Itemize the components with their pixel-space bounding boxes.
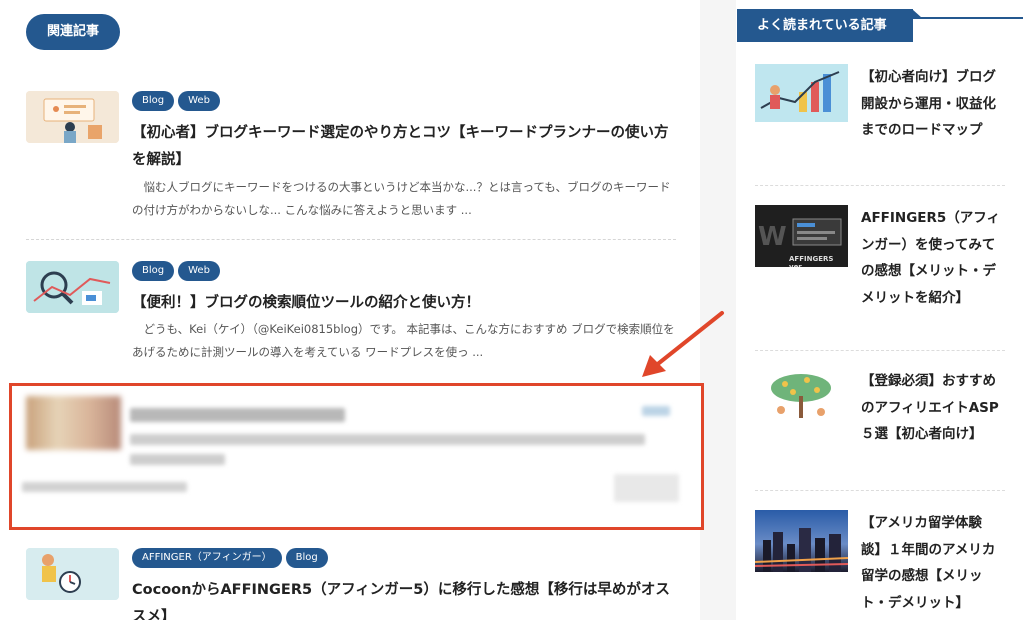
highlighted-ad-block: [9, 383, 704, 530]
article-thumbnail[interactable]: [26, 261, 119, 313]
tag-list: Blog Web: [132, 261, 220, 281]
svg-text:W: W: [758, 222, 787, 252]
divider: [755, 490, 1005, 491]
divider: [26, 239, 676, 240]
related-articles-section: 関連記事 Blog Web 【初心者】ブログキーワード選定のやり方とコツ【キーワ…: [0, 0, 704, 620]
article-card[interactable]: Blog Web 【初心者】ブログキーワード選定のやり方とコツ【キーワードプラン…: [26, 91, 676, 226]
blurred-title: [130, 408, 345, 422]
popular-article-item[interactable]: W AFFINGERS ver AFFINGER5（アフィンガー）を使ってみての…: [755, 205, 1005, 335]
article-thumbnail[interactable]: [26, 91, 119, 143]
heading-underline: [913, 17, 1023, 19]
article-thumbnail[interactable]: [26, 548, 119, 600]
divider: [755, 350, 1005, 351]
article-excerpt: どうも、Kei（ケイ）（@KeiKei0815blog）です。 本記事は、こんな…: [132, 322, 675, 359]
article-title[interactable]: CocoonからAFFINGER5（アフィンガー5）に移行した感想【移行は早めが…: [132, 577, 677, 620]
popular-article-title[interactable]: AFFINGER5（アフィンガー）を使ってみての感想【メリット・デメリットを紹介…: [861, 205, 1001, 311]
popular-article-item[interactable]: 【アメリカ留学体験談】１年間のアメリカ留学の感想【メリット・デメリット】: [755, 510, 1005, 620]
red-arrow-icon: [642, 311, 724, 377]
popular-article-title[interactable]: 【初心者向け】ブログ開設から運用・収益化までのロードマップ: [861, 64, 1001, 144]
popular-article-item[interactable]: 【初心者向け】ブログ開設から運用・収益化までのロードマップ: [755, 64, 1005, 174]
tag-list: Blog Web: [132, 91, 220, 111]
blurred-text: [130, 454, 225, 465]
article-card[interactable]: AFFINGER（アフィンガー） Blog CocoonからAFFINGER5（…: [26, 548, 676, 620]
article-card[interactable]: Blog Web 【便利！】ブログの検索順位ツールの紹介と使い方！ どうも、Ke…: [26, 261, 676, 371]
tag-badge[interactable]: AFFINGER（アフィンガー）: [132, 548, 282, 568]
divider: [755, 185, 1005, 186]
popular-articles-sidebar: よく読まれている記事 【初心者向け】ブログ開設から運用・収益化までのロードマップ…: [736, 0, 1024, 620]
article-title[interactable]: 【初心者】ブログキーワード選定のやり方とコツ【キーワードプランナーの使い方を解説…: [132, 120, 677, 174]
popular-article-title[interactable]: 【アメリカ留学体験談】１年間のアメリカ留学の感想【メリット・デメリット】: [861, 510, 1001, 616]
tag-list: AFFINGER（アフィンガー） Blog: [132, 548, 328, 568]
popular-article-title[interactable]: 【登録必須】おすすめのアフィリエイトASP５選【初心者向け】: [861, 368, 1001, 448]
tag-badge[interactable]: Blog: [285, 548, 328, 568]
blurred-label: [642, 406, 670, 416]
related-articles-heading: 関連記事: [26, 14, 120, 50]
popular-article-thumbnail[interactable]: [755, 510, 848, 572]
popular-article-item[interactable]: 【登録必須】おすすめのアフィリエイトASP５選【初心者向け】: [755, 368, 1005, 478]
popular-article-thumbnail[interactable]: W AFFINGERS ver: [755, 205, 848, 267]
article-title[interactable]: 【便利！】ブログの検索順位ツールの紹介と使い方！: [132, 290, 677, 317]
tag-badge[interactable]: Blog: [132, 91, 175, 111]
popular-article-thumbnail[interactable]: [755, 64, 848, 122]
blurred-text: [130, 434, 645, 445]
popular-article-thumbnail[interactable]: [755, 370, 848, 428]
blurred-button: [614, 474, 679, 502]
popular-articles-heading: よく読まれている記事: [737, 9, 913, 42]
article-excerpt: 悩む人ブログにキーワードをつけるの大事というけど本当かな...？とは言っても、ブ…: [132, 180, 671, 217]
blurred-url: [22, 482, 187, 492]
blurred-thumbnail: [26, 396, 121, 450]
tag-badge[interactable]: Blog: [132, 261, 175, 281]
thumbnail-caption: AFFINGERS ver: [789, 255, 834, 267]
tag-badge[interactable]: Web: [178, 261, 220, 281]
tag-badge[interactable]: Web: [178, 91, 220, 111]
